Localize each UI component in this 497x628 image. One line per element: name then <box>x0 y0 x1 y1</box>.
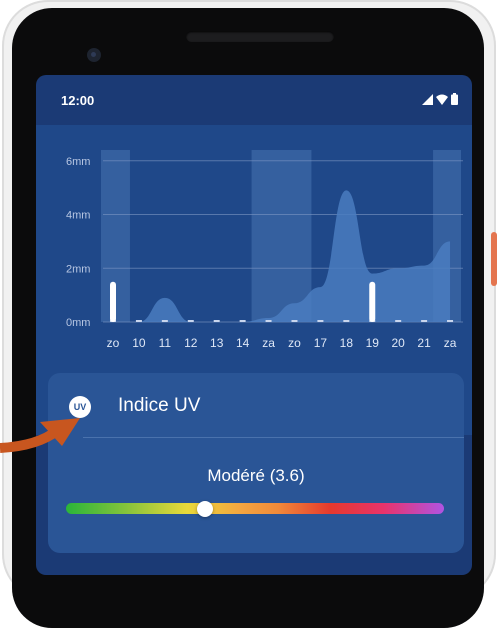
x-tick-label: 13 <box>210 336 224 350</box>
uv-card-title: Indice UV <box>118 395 201 416</box>
wifi-icon <box>436 94 448 105</box>
x-tick-label: 10 <box>132 336 146 350</box>
x-tick-label: 11 <box>159 336 172 350</box>
status-icons <box>422 93 458 105</box>
x-tick-label: za <box>262 336 275 350</box>
highlight-band <box>251 150 312 322</box>
battery-icon <box>451 93 458 105</box>
x-tick-label: 12 <box>184 336 198 350</box>
status-time: 12:00 <box>61 93 95 108</box>
x-tick-label: za <box>444 336 457 350</box>
speaker-grille <box>186 31 334 42</box>
day-marker <box>110 281 116 322</box>
x-tick-label: 19 <box>366 336 380 350</box>
x-tick-label: zo <box>288 336 301 350</box>
x-tick-label: 18 <box>340 336 354 350</box>
x-tick-label: zo <box>107 336 120 350</box>
phone-side-button <box>491 232 497 286</box>
y-tick-label: 0mm <box>66 317 90 329</box>
x-tick-label: 20 <box>392 336 406 350</box>
uv-scale-bar <box>66 503 444 514</box>
pointer-arrow-icon <box>0 418 80 453</box>
uv-level-indicator <box>197 501 214 517</box>
x-tick-label: 17 <box>314 336 328 350</box>
x-tick-label: 14 <box>236 336 250 350</box>
uv-level-text: Modéré (3.6) <box>207 466 305 485</box>
y-tick-label: 6mm <box>66 156 90 168</box>
x-tick-label: 21 <box>417 336 431 350</box>
status-bar: 12:00 <box>36 75 472 123</box>
signal-icon <box>422 93 433 105</box>
day-marker <box>369 281 376 322</box>
uv-card-divider <box>83 437 464 438</box>
uv-card-header[interactable]: UV Indice UV <box>48 373 464 437</box>
uv-index-card: UV Indice UV Modéré (3.6) <box>48 373 464 553</box>
y-tick-label: 2mm <box>66 263 90 275</box>
front-camera <box>87 48 101 62</box>
y-tick-label: 4mm <box>66 210 90 222</box>
app-screen: 12:00 6mm 4mm 2mm 0mm zo 10 11 12 13 14 za zo 17 18 19… <box>36 75 472 575</box>
